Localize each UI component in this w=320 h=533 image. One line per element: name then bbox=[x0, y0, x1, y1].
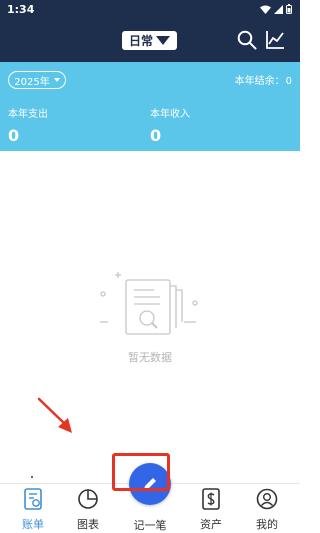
empty-document-icon bbox=[100, 272, 198, 335]
signal-icon bbox=[274, 4, 283, 14]
year-selector[interactable]: 2025年 bbox=[8, 71, 66, 89]
year-expense: 本年支出 0 bbox=[8, 105, 48, 145]
empty-state-text: 暂无数据 bbox=[128, 351, 172, 364]
dollar-icon bbox=[202, 488, 220, 510]
chevron-down-icon bbox=[53, 78, 60, 82]
tab-mine-label: 我的 bbox=[256, 518, 278, 531]
income-value: 0 bbox=[150, 126, 162, 145]
year-label: 2025年 bbox=[14, 76, 50, 88]
tab-mine[interactable]: 我的 bbox=[247, 488, 287, 532]
battery-icon bbox=[286, 4, 292, 14]
year-summary-panel: 2025年 本年结余：0 本年支出 0 本年收入 0 bbox=[0, 62, 300, 151]
annotation-arrow bbox=[37, 397, 72, 433]
status-bar: 1:34 bbox=[0, 0, 300, 20]
tab-assets[interactable]: 资产 bbox=[191, 488, 231, 532]
income-label: 本年收入 bbox=[150, 109, 190, 120]
expense-value: 0 bbox=[8, 126, 20, 145]
tab-chart[interactable]: 图表 bbox=[68, 488, 108, 532]
annotation-highlight-box bbox=[112, 453, 170, 491]
expense-label: 本年支出 bbox=[8, 109, 48, 120]
app-header: 1:34 日常 bbox=[0, 0, 300, 62]
trend-icon[interactable] bbox=[265, 30, 285, 50]
tab-ledger[interactable]: 账单 bbox=[13, 488, 53, 532]
ledger-icon bbox=[24, 488, 42, 510]
stray-dot bbox=[31, 476, 33, 478]
user-icon bbox=[256, 488, 278, 510]
tab-chart-label: 图表 bbox=[77, 518, 99, 531]
chevron-down-icon bbox=[156, 36, 170, 45]
search-icon[interactable] bbox=[237, 30, 257, 50]
book-switch-button[interactable]: 日常 bbox=[122, 31, 177, 50]
book-switch-label: 日常 bbox=[128, 34, 153, 48]
tab-assets-label: 资产 bbox=[200, 518, 222, 531]
tab-record-label: 记一笔 bbox=[133, 519, 167, 532]
wifi-icon bbox=[260, 5, 271, 14]
year-balance: 本年结余：0 bbox=[235, 72, 292, 87]
year-income: 本年收入 0 bbox=[150, 105, 190, 145]
balance-value: 0 bbox=[285, 76, 292, 87]
tab-ledger-label: 账单 bbox=[22, 518, 44, 531]
balance-label: 本年结余： bbox=[234, 76, 285, 87]
status-icons bbox=[260, 4, 292, 14]
status-time: 1:34 bbox=[7, 3, 35, 16]
pie-chart-icon bbox=[78, 489, 98, 509]
